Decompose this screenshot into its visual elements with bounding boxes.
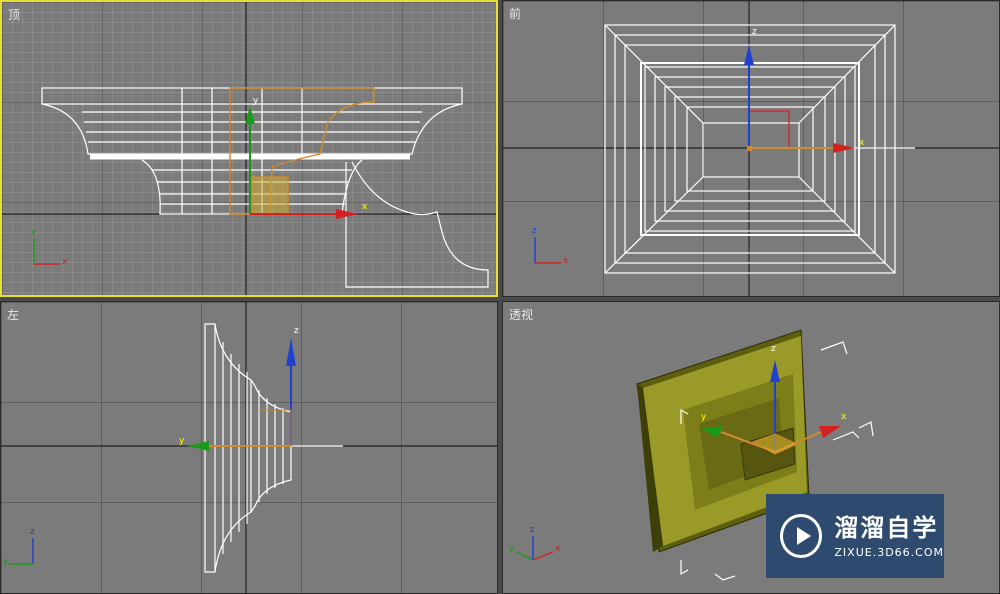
selected-lines-front	[749, 110, 790, 148]
viewport-left[interactable]: 左 z y z y	[0, 301, 498, 594]
tripod-x-label: x	[62, 257, 68, 267]
gizmo-z-label: z	[294, 326, 299, 336]
tripod-z-label: z	[530, 525, 535, 535]
watermark-title: 溜溜自学	[834, 513, 939, 542]
top-view-canvas	[2, 2, 496, 295]
gizmo-x-label: x	[841, 412, 847, 422]
tripod-y-label: y	[31, 227, 37, 237]
tripod-x-label: x	[563, 256, 569, 266]
axis-tripod-persp	[516, 536, 554, 561]
viewport-front[interactable]: 前 z x z x	[502, 0, 1000, 297]
watermark: 溜溜自学 ZIXUE.3D66.COM	[766, 494, 944, 578]
axis-tripod-front	[534, 237, 561, 264]
viewport-label-perspective[interactable]: 透视	[509, 306, 533, 323]
gizmo-y-label: y	[179, 436, 185, 446]
tripod-z-label: z	[30, 527, 35, 537]
tripod-y-label: y	[509, 544, 515, 554]
axis-tripod-top	[33, 238, 60, 265]
left-view-canvas	[1, 302, 497, 593]
gizmo-z-label: z	[752, 27, 757, 37]
viewport-label-top[interactable]: 顶	[8, 6, 20, 23]
gizmo-y-label: y	[701, 412, 707, 422]
viewport-label-front[interactable]: 前	[509, 5, 521, 22]
watermark-url: ZIXUE.3D66.COM	[834, 545, 944, 559]
gizmo-z-label: z	[771, 344, 776, 354]
play-logo-icon	[780, 514, 823, 558]
wireframe-frame-left	[204, 323, 343, 573]
tripod-z-label: z	[532, 226, 537, 236]
tripod-x-label: x	[555, 544, 561, 554]
tripod-y-label: y	[3, 557, 9, 567]
viewport-label-left[interactable]: 左	[7, 306, 19, 323]
transform-gizmo-left	[187, 338, 296, 451]
gizmo-x-label: x	[362, 202, 368, 212]
front-view-canvas	[503, 1, 999, 296]
viewport-top[interactable]: 顶 y x y x	[0, 0, 498, 297]
gizmo-y-label: y	[253, 96, 259, 106]
axis-tripod-left	[9, 538, 34, 565]
gizmo-x-label: x	[859, 138, 865, 148]
